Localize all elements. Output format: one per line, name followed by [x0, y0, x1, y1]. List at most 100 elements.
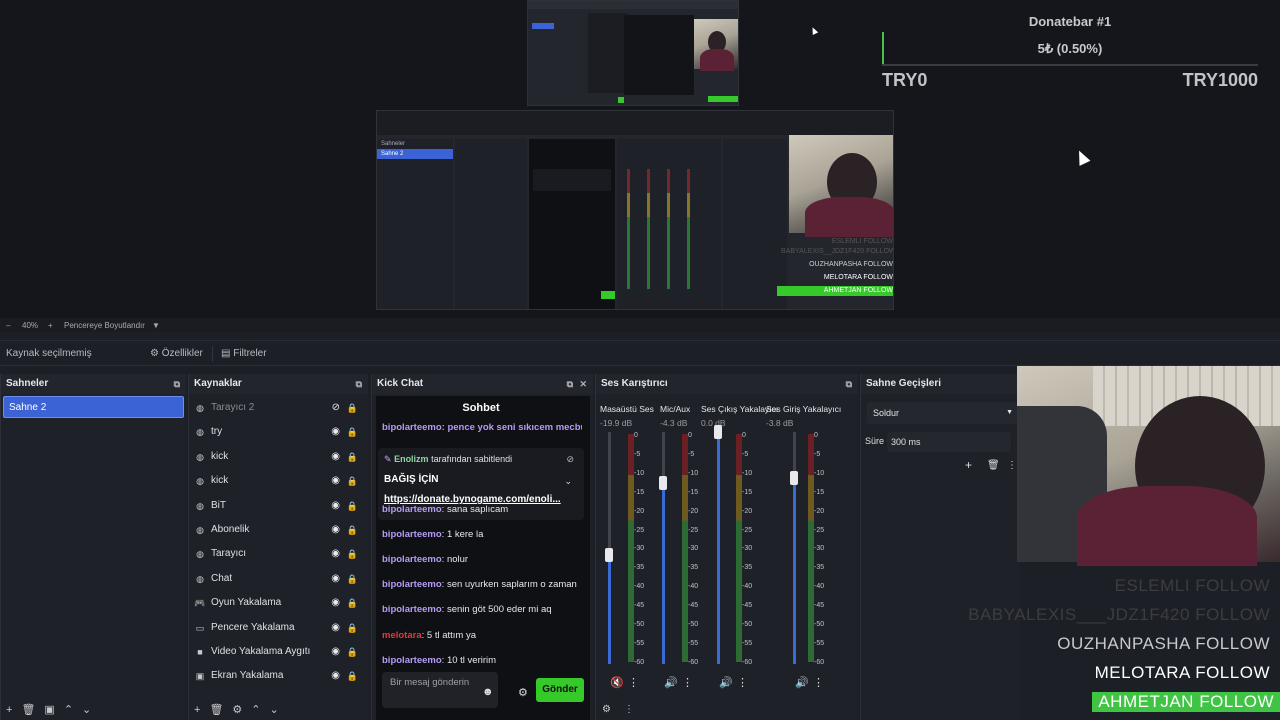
chat-message-input[interactable]: Bir mesaj gönderin	[382, 672, 498, 708]
chat-username[interactable]: bipolarteemo	[382, 604, 442, 615]
globe-icon: ◍	[196, 427, 204, 438]
channel-name: Masaüstü Ses	[600, 404, 654, 414]
chat-username[interactable]: bipolarteemo	[382, 655, 442, 666]
eye-icon[interactable]: ◉	[331, 567, 340, 591]
lock-icon[interactable]: 🔒	[347, 591, 358, 615]
lock-icon[interactable]: 🔒	[347, 567, 358, 591]
volume-slider-handle[interactable]	[605, 547, 613, 562]
speaker-icon[interactable]: 🔊	[664, 676, 678, 689]
trash-icon[interactable]: 🗑	[987, 460, 1000, 471]
gear-icon[interactable]: ⚙	[518, 686, 528, 699]
eye-icon[interactable]: ◉	[331, 494, 340, 518]
globe-icon: ◍	[196, 451, 204, 462]
scenes-title: Sahneler	[6, 378, 49, 389]
trash-icon[interactable]: 🗑	[209, 704, 223, 716]
source-item[interactable]: ◍ BiT ◉ 🔒	[189, 494, 368, 518]
lock-icon[interactable]: 🔒	[347, 420, 358, 444]
zoom-level[interactable]: 40%	[22, 321, 38, 330]
close-icon[interactable]: ✕	[579, 374, 587, 394]
sources-dock: Kaynaklar ⧉ ◍ Tarayıcı 2 ⊘ 🔒 ◍ try ◉ 🔒 ◍ kick ◉ 🔒 …	[188, 374, 368, 720]
chat-username[interactable]: bipolarteemo	[382, 579, 442, 590]
eye-icon[interactable]: ◉	[331, 518, 340, 542]
zoom-minus[interactable]: –	[6, 321, 10, 330]
dock-float-icon[interactable]: ⧉	[567, 374, 573, 394]
source-item[interactable]: ◍ try ◉ 🔒	[189, 420, 368, 444]
properties-button[interactable]: ⚙ Özellikler	[150, 346, 203, 362]
eye-icon[interactable]: ◉	[331, 469, 340, 493]
source-item[interactable]: ■ Video Yakalama Aygıtı ◉ 🔒	[189, 640, 368, 664]
chevron-down-icon[interactable]: ⌄	[82, 704, 91, 716]
eye-hidden-icon[interactable]: ⊘	[332, 396, 340, 420]
gear-icon[interactable]: ⚙	[232, 704, 242, 716]
trash-icon[interactable]: 🗑	[21, 704, 35, 716]
menu-icon[interactable]: ⋮	[737, 676, 748, 689]
speaker-icon[interactable]: 🔊	[795, 676, 809, 689]
eye-icon[interactable]: ◉	[331, 591, 340, 615]
eye-icon[interactable]: ◉	[331, 640, 340, 664]
source-item[interactable]: ◍ Chat ◉ 🔒	[189, 567, 368, 591]
eye-icon[interactable]: ◉	[331, 445, 340, 469]
source-item[interactable]: 🎮 Oyun Yakalama ◉ 🔒	[189, 591, 368, 615]
volume-slider-handle[interactable]	[790, 471, 798, 486]
chat-username[interactable]: bipolarteemo	[382, 529, 442, 540]
lock-icon[interactable]: 🔒	[347, 542, 358, 566]
eye-icon[interactable]: ◉	[331, 616, 340, 640]
chat-username[interactable]: bipolarteemo	[382, 504, 442, 515]
lock-icon[interactable]: 🔒	[347, 640, 358, 664]
sources-footer: + 🗑 ⚙ ⌃ ⌄	[189, 700, 368, 720]
chat-username[interactable]: melotara	[382, 630, 422, 641]
preview-canvas[interactable]: Sahneler Sahne 2 ESLEMLI FOLLOW BABYALEX…	[0, 0, 1280, 318]
source-item[interactable]: ▭ Pencere Yakalama ◉ 🔒	[189, 616, 368, 640]
source-item[interactable]: ▣ Ekran Yakalama ◉ 🔒	[189, 664, 368, 688]
menu-icon[interactable]: ⋮	[628, 676, 639, 689]
dock-float-icon[interactable]: ⧉	[356, 374, 362, 394]
mixer-settings-icon[interactable]: ⚙	[602, 704, 611, 715]
menu-icon[interactable]: ⋮	[1007, 460, 1017, 471]
chat-username[interactable]: bipolarteemo	[382, 554, 442, 565]
source-item[interactable]: ◍ Abonelik ◉ 🔒	[189, 518, 368, 542]
eye-icon[interactable]: ◉	[331, 664, 340, 688]
add-icon[interactable]: +	[965, 458, 972, 472]
source-item[interactable]: ◍ kick ◉ 🔒	[189, 445, 368, 469]
menu-icon[interactable]: ⋮	[813, 676, 824, 689]
lock-icon[interactable]: 🔒	[347, 396, 358, 420]
chevron-up-icon[interactable]: ⌃	[251, 704, 260, 716]
lock-icon[interactable]: 🔒	[347, 664, 358, 688]
unpin-icon[interactable]: ⊘	[566, 454, 574, 465]
lock-icon[interactable]: 🔒	[347, 494, 358, 518]
fit-window-label[interactable]: Pencereye Boyutlandır	[64, 321, 145, 330]
chevron-up-icon[interactable]: ⌃	[64, 704, 73, 716]
chevron-down-icon[interactable]: ▼	[152, 321, 160, 330]
source-item[interactable]: ◍ kick ◉ 🔒	[189, 469, 368, 493]
eye-icon[interactable]: ◉	[331, 542, 340, 566]
eye-icon[interactable]: ◉	[331, 420, 340, 444]
chevron-down-icon[interactable]: ⌄	[270, 704, 279, 716]
emoji-icon[interactable]: ☻	[482, 686, 494, 698]
volume-slider-handle[interactable]	[714, 425, 722, 439]
lock-icon[interactable]: 🔒	[347, 445, 358, 469]
source-item[interactable]: ◍ Tarayıcı ◉ 🔒	[189, 542, 368, 566]
dock-float-icon[interactable]: ⧉	[174, 374, 180, 394]
add-icon[interactable]: +	[6, 704, 12, 716]
filter-icon[interactable]: ▣	[44, 704, 54, 716]
menu-icon[interactable]: ⋮	[624, 704, 634, 715]
lock-icon[interactable]: 🔒	[347, 616, 358, 640]
lock-icon[interactable]: 🔒	[347, 469, 358, 493]
duration-value: 300 ms	[891, 437, 921, 447]
source-item[interactable]: ◍ Tarayıcı 2 ⊘ 🔒	[189, 396, 368, 420]
speaker-muted-icon[interactable]: 🔇	[610, 676, 624, 689]
duration-input[interactable]: 300 ms	[887, 432, 1011, 452]
dock-float-icon[interactable]: ⧉	[846, 374, 852, 394]
volume-slider-handle[interactable]	[659, 476, 667, 491]
send-button[interactable]: Gönder	[536, 678, 584, 702]
speaker-icon[interactable]: 🔊	[719, 676, 733, 689]
scale-tick: -60	[634, 658, 645, 666]
filters-button[interactable]: ▤ Filtreler	[212, 346, 267, 362]
add-icon[interactable]: +	[194, 704, 200, 716]
chevron-down-icon[interactable]: ⌄	[564, 476, 572, 487]
transition-select[interactable]: Soldur ▼	[867, 402, 1017, 424]
scene-item-sahne-2[interactable]: Sahne 2	[3, 396, 184, 418]
lock-icon[interactable]: 🔒	[347, 518, 358, 542]
menu-icon[interactable]: ⋮	[682, 676, 693, 689]
zoom-plus[interactable]: +	[48, 321, 53, 330]
